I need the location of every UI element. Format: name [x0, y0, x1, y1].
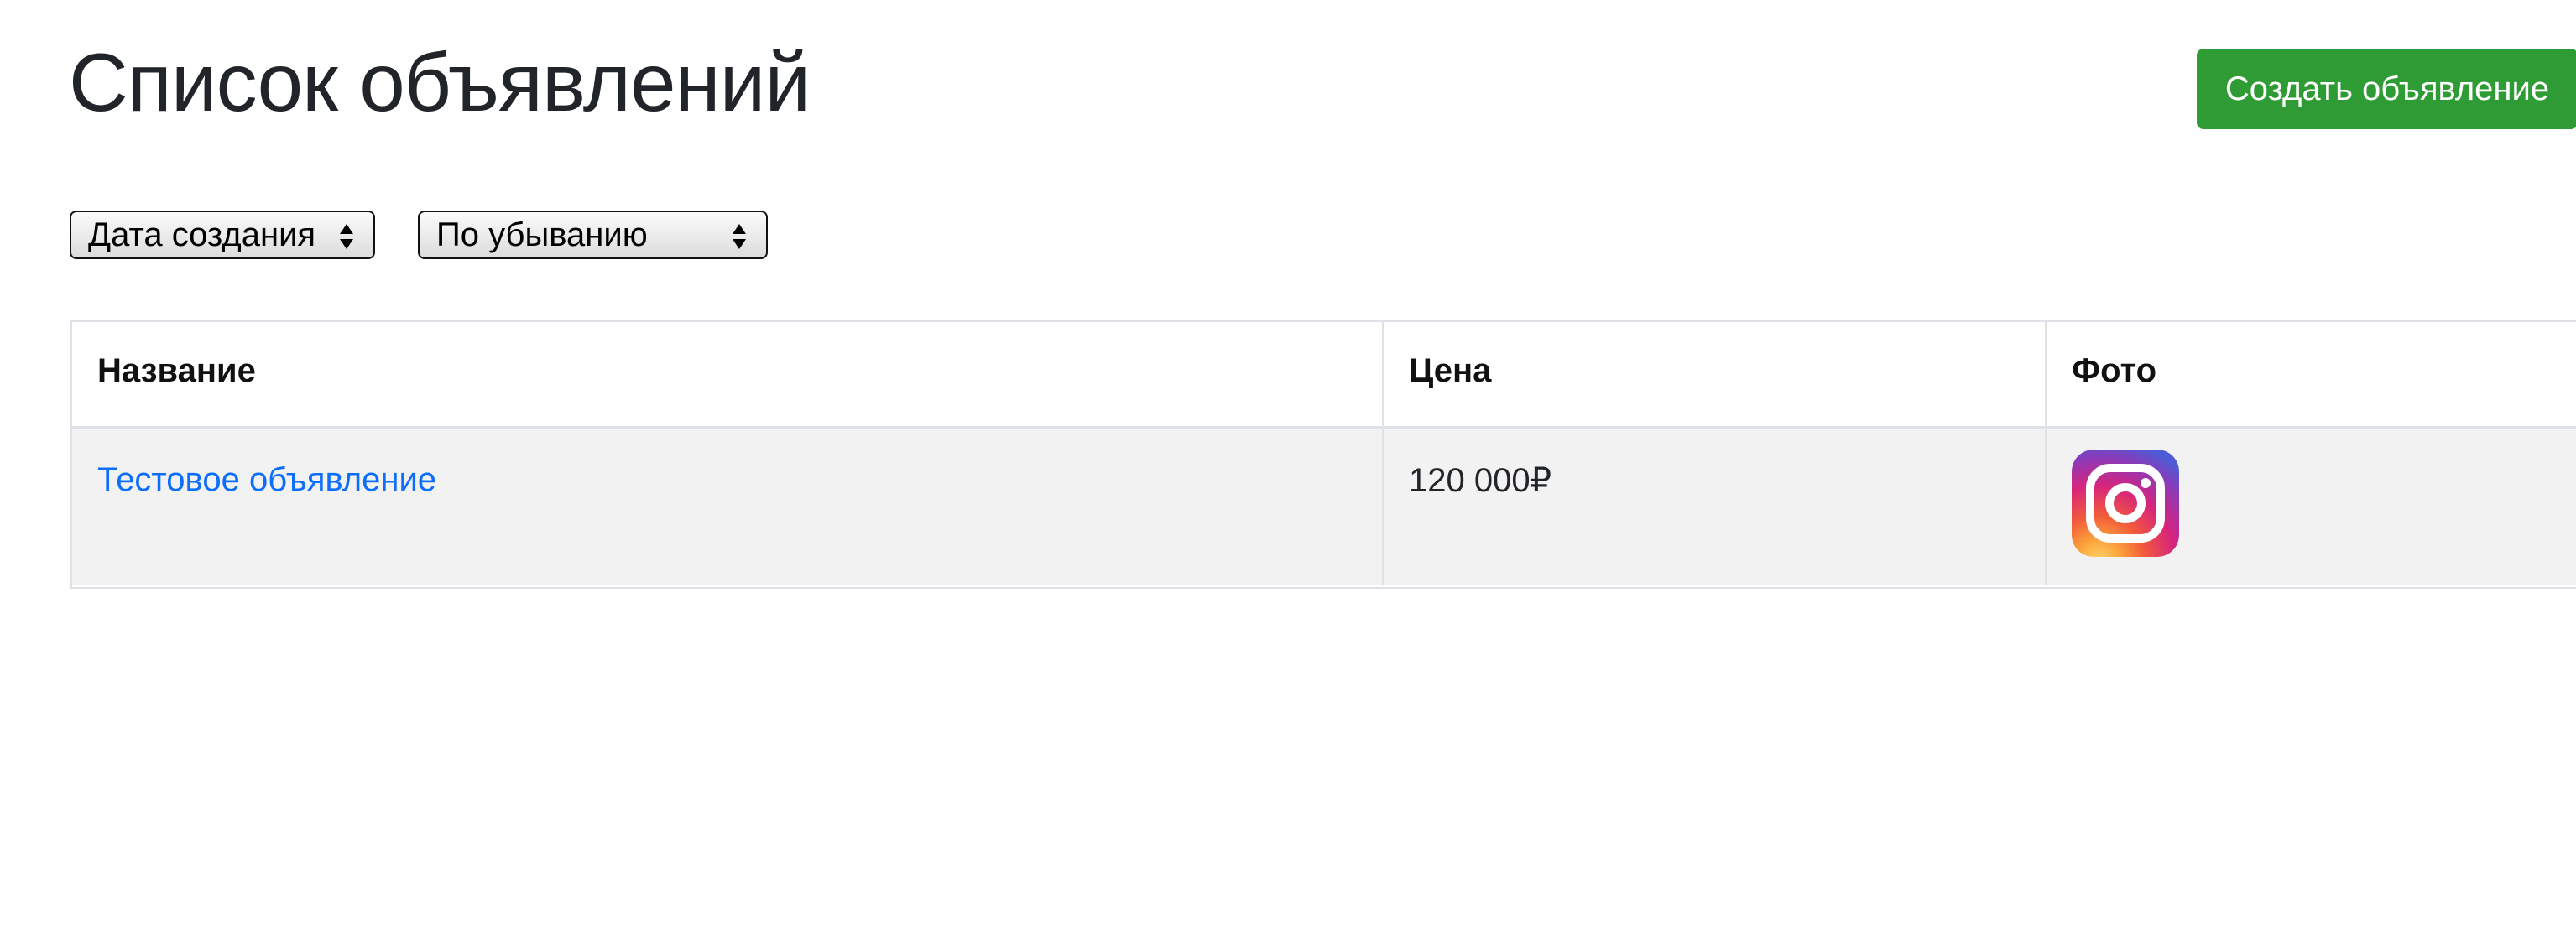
table-row: Тестовое объявление 120 000₽	[72, 428, 2576, 585]
sort-field-value: Дата создания	[88, 216, 316, 253]
sort-order-select[interactable]: По убыванию	[418, 211, 768, 259]
create-ad-button[interactable]: Создать объявление	[2197, 49, 2576, 129]
table-header-row: Название Цена Фото	[72, 322, 2576, 429]
ad-price-cell: 120 000₽	[1383, 428, 2047, 585]
column-header-name: Название	[72, 322, 1384, 429]
column-header-photo: Фото	[2046, 322, 2576, 429]
ad-photo-cell	[2046, 428, 2576, 585]
page-title: Список объявлений	[69, 36, 811, 128]
select-arrows-icon	[338, 219, 355, 251]
select-arrows-icon	[731, 219, 748, 251]
ad-name-cell: Тестовое объявление	[72, 428, 1384, 585]
column-header-price: Цена	[1383, 322, 2047, 429]
instagram-icon[interactable]	[2072, 450, 2179, 557]
ads-table-container: Название Цена Фото Тестовое объявление 1…	[70, 320, 2576, 589]
ads-table: Название Цена Фото Тестовое объявление 1…	[72, 322, 2576, 585]
sort-order-value: По убыванию	[436, 216, 648, 253]
ad-title-link[interactable]: Тестовое объявление	[97, 461, 436, 498]
sort-field-select[interactable]: Дата создания	[70, 211, 375, 259]
